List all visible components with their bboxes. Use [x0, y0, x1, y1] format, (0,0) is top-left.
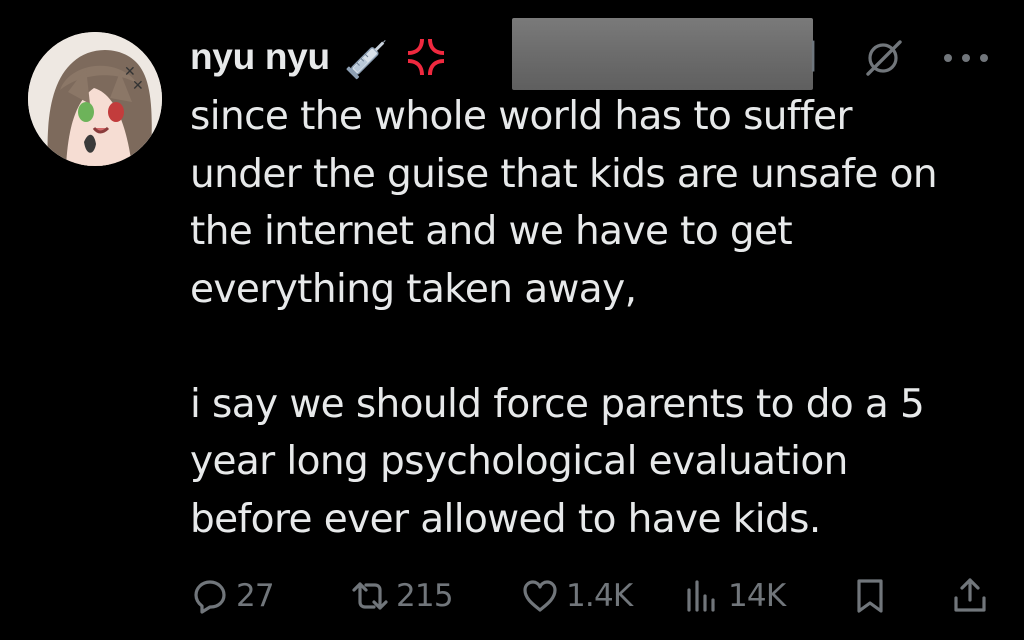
redacted-handle-block: [512, 18, 813, 90]
tweet-header: nyu nyu: [190, 26, 450, 88]
like-count: 1.4K: [566, 578, 633, 614]
share-icon: [954, 578, 986, 612]
action-bar: 27 215 1.4K 14K: [190, 572, 1000, 620]
views-button[interactable]: 14K: [682, 572, 786, 620]
retweet-button[interactable]: 215: [350, 572, 454, 620]
grok-icon[interactable]: [862, 36, 906, 80]
syringe-emoji-icon: [330, 33, 392, 81]
share-button[interactable]: [950, 572, 990, 620]
display-name[interactable]: nyu nyu: [190, 36, 330, 78]
anger-symbol-icon: [392, 33, 450, 81]
more-icon[interactable]: [938, 40, 994, 76]
reply-icon: [194, 580, 226, 614]
reply-button[interactable]: 27: [190, 572, 275, 620]
like-button[interactable]: 1.4K: [520, 572, 633, 620]
svg-text:✕: ✕: [132, 78, 144, 94]
redaction-edge: ▏: [812, 42, 832, 72]
bookmark-button[interactable]: [850, 572, 890, 620]
reply-count: 27: [236, 578, 275, 614]
views-icon: [687, 580, 715, 612]
views-count: 14K: [728, 578, 786, 614]
retweet-count: 215: [396, 578, 454, 614]
bookmark-icon: [857, 579, 883, 613]
retweet-icon: [352, 582, 388, 610]
avatar[interactable]: ✕ ✕: [28, 32, 162, 166]
tweet: ✕ ✕ nyu nyu ▏ since the whole world has …: [0, 0, 1024, 640]
tweet-text: since the whole world has to suffer unde…: [190, 94, 938, 542]
heart-icon: [523, 580, 557, 612]
avatar-image: ✕ ✕: [28, 32, 162, 166]
